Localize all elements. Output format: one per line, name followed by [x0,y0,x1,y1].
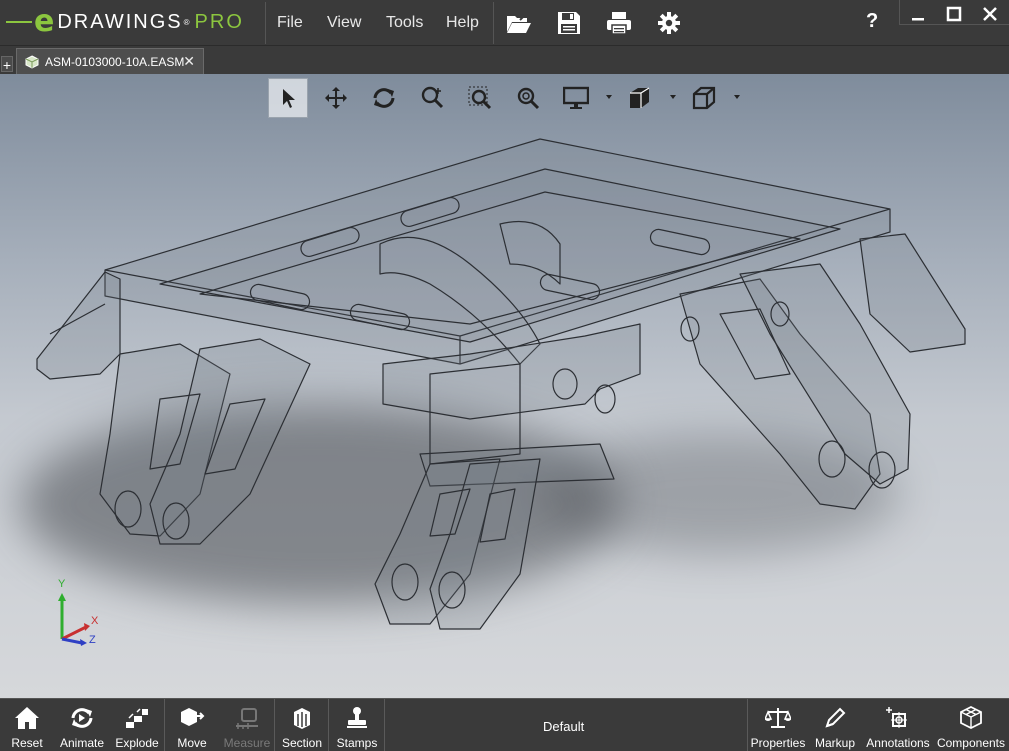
measure-icon [233,704,261,732]
pan-icon[interactable] [316,78,356,118]
separator [328,699,329,751]
markup-button[interactable]: Markup [812,699,858,751]
menu-tools[interactable]: Tools [386,14,423,32]
document-tab-bar: + ASM-0103000-10A.EASM ✕ [0,46,1009,74]
standard-views-icon[interactable] [684,78,724,118]
reset-button[interactable]: Reset [4,699,50,751]
title-bar: e DRAWINGS ® PRO File View Tools Help ? [0,0,1009,46]
logo-line [6,21,32,23]
move-label: Move [177,736,207,750]
measure-label: Measure [223,736,271,750]
annotations-button[interactable]: Annotations [864,699,932,751]
explode-button[interactable]: Explode [112,699,162,751]
separator [384,699,385,751]
document-tab[interactable]: ASM-0103000-10A.EASM ✕ [16,48,204,74]
move-icon [178,704,206,732]
logo-registered: ® [183,17,190,27]
stamps-label: Stamps [336,736,378,750]
logo-prefix: e [34,4,55,39]
triad-x-label: X [91,615,99,627]
menu-file[interactable]: File [277,14,303,32]
gear-icon[interactable] [654,8,684,38]
separator [747,699,748,751]
edrawings-window: e DRAWINGS ® PRO File View Tools Help ? [0,0,1009,751]
components-button[interactable]: Components [936,699,1006,751]
section-label: Section [281,736,323,750]
measure-button[interactable]: Measure [222,699,272,751]
section-button[interactable]: Section [278,699,326,751]
coordinate-triad: Y X Z [48,578,108,649]
close-window-button[interactable] [975,2,1005,26]
display-style-dropdown-caret[interactable] [606,95,612,99]
3d-viewport[interactable]: Y X Z [0,74,1009,698]
move-button[interactable]: Move [170,699,214,751]
display-style-icon[interactable] [556,78,596,118]
print-icon[interactable] [604,8,634,38]
bottom-toolbar: Reset Animate Explode Move Measure Secti… [0,698,1009,751]
annotations-icon [884,704,912,732]
section-icon [288,704,316,732]
explode-label: Explode [115,736,159,750]
markup-icon [821,704,849,732]
open-folder-icon[interactable] [504,8,534,38]
annotations-label: Annotations [866,736,930,750]
window-controls-border [899,24,1009,25]
minimize-button[interactable] [903,2,933,26]
separator [164,699,165,751]
components-icon [957,704,985,732]
separator [899,0,900,24]
edrawings-logo: e DRAWINGS ® PRO [6,5,244,39]
add-tab-button[interactable]: + [1,56,13,73]
explode-icon [123,704,151,732]
menu-help[interactable]: Help [446,14,479,32]
properties-button[interactable]: Properties [750,699,806,751]
reset-label: Reset [11,736,43,750]
standard-views-dropdown-caret[interactable] [734,95,740,99]
logo-suffix: PRO [194,10,244,33]
maximize-button[interactable] [939,2,969,26]
close-tab-icon[interactable]: ✕ [183,53,195,70]
triad-z-label: Z [89,634,96,646]
save-icon[interactable] [554,8,584,38]
animate-label: Animate [59,736,105,750]
separator [265,2,266,44]
configuration-name[interactable]: Default [543,719,584,734]
view-orientation-dropdown-caret[interactable] [670,95,676,99]
properties-icon [764,704,792,732]
select-arrow-icon[interactable] [268,78,308,118]
home-icon [13,704,41,732]
view-orientation-icon[interactable] [620,78,660,118]
assembly-icon [25,54,39,69]
markup-label: Markup [814,736,855,750]
stamps-icon [343,704,371,732]
animate-button[interactable]: Animate [56,699,108,751]
separator [274,699,275,751]
zoom-icon[interactable] [508,78,548,118]
zoom-to-area-icon[interactable] [460,78,500,118]
separator [493,2,494,44]
menu-view[interactable]: View [327,14,361,32]
assembly-model[interactable] [0,74,1009,698]
document-tab-label: ASM-0103000-10A.EASM [45,54,185,69]
zoom-to-fit-icon[interactable] [412,78,452,118]
rotate-icon[interactable] [364,78,404,118]
properties-label: Properties [750,736,806,750]
logo-name: DRAWINGS [57,10,183,33]
stamps-button[interactable]: Stamps [332,699,382,751]
components-label: Components [936,736,1006,750]
help-button[interactable]: ? [866,10,878,33]
triad-y-label: Y [58,578,66,590]
animate-icon [68,704,96,732]
